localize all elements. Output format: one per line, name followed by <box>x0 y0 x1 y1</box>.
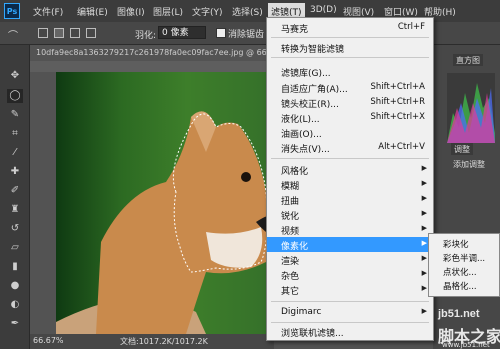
tab-histogram[interactable]: 直方图 <box>453 54 483 66</box>
submenu-item-crystallize[interactable]: 晶格化... <box>443 280 477 292</box>
menu-item-render[interactable]: 渲染 ▶ <box>267 252 433 267</box>
move-tool-icon[interactable]: ✥ <box>7 69 23 83</box>
menu-image[interactable]: 图像(I) <box>117 5 145 18</box>
subtract-selection-icon[interactable] <box>70 28 80 38</box>
pixelate-submenu: 彩块化 彩色半调... 点状化... 晶格化... <box>428 233 500 297</box>
menu-item-pixelate[interactable]: 像素化 ▶ <box>267 237 433 252</box>
site-watermark: jb51.net 脚本之家 www.jb51.net <box>438 308 500 349</box>
menu-item-other[interactable]: 其它 ▶ <box>267 282 433 297</box>
stamp-tool-icon[interactable]: ♜ <box>7 203 23 217</box>
tab-adjustments[interactable]: 调整 <box>451 143 473 155</box>
blur-tool-icon[interactable]: ● <box>7 279 23 293</box>
submenu-arrow-icon: ▶ <box>421 239 427 247</box>
watermark-url: www.jb51.net <box>442 341 490 349</box>
eraser-tool-icon[interactable]: ▱ <box>7 241 23 255</box>
healing-tool-icon[interactable]: ✚ <box>7 165 23 179</box>
menu-item-noise[interactable]: 杂色 ▶ <box>267 267 433 282</box>
submenu-arrow-icon: ▶ <box>421 179 427 187</box>
menu-item-blur[interactable]: 模糊 ▶ <box>267 177 433 192</box>
submenu-arrow-icon: ▶ <box>421 284 427 292</box>
menu-item-stylize[interactable]: 风格化 ▶ <box>267 162 433 177</box>
menu-item-lens-correction[interactable]: 镜头校正(R)... Shift+Ctrl+R <box>267 95 433 110</box>
new-selection-icon[interactable] <box>38 28 48 38</box>
history-brush-icon[interactable]: ↺ <box>7 222 23 236</box>
menu-item-oil-paint[interactable]: 油画(O)... <box>267 125 433 140</box>
feather-input[interactable]: 0 像素 <box>158 26 206 39</box>
submenu-arrow-icon: ▶ <box>421 209 427 217</box>
menu-type[interactable]: 文字(Y) <box>192 5 223 18</box>
menu-item-adaptive-wide-angle[interactable]: 自适应广角(A)... Shift+Ctrl+A <box>267 80 433 95</box>
eyedropper-tool-icon[interactable]: ⁄ <box>7 146 23 160</box>
antialias-label: 消除锯齿 <box>228 30 265 40</box>
add-adjustment-label: 添加调整 <box>453 160 485 169</box>
crop-tool-icon[interactable]: ⌗ <box>7 127 23 141</box>
zoom-level[interactable]: 66.67% <box>33 336 64 345</box>
menu-item-liquify[interactable]: 液化(L)... Shift+Ctrl+X <box>267 110 433 125</box>
submenu-arrow-icon: ▶ <box>421 194 427 202</box>
submenu-arrow-icon: ▶ <box>421 164 427 172</box>
dodge-tool-icon[interactable]: ◐ <box>7 298 23 312</box>
menu-select[interactable]: 选择(S) <box>232 5 263 18</box>
submenu-arrow-icon: ▶ <box>421 224 427 232</box>
submenu-arrow-icon: ▶ <box>421 269 427 277</box>
antialias-checkbox[interactable] <box>216 28 226 38</box>
ruler <box>30 61 274 72</box>
lasso-preset-icon[interactable]: ⌒ <box>8 27 18 42</box>
quick-select-tool-icon[interactable]: ✎ <box>7 108 23 122</box>
menu-layer[interactable]: 图层(L) <box>153 5 183 18</box>
submenu-item-color-halftone[interactable]: 彩色半调... <box>443 252 485 264</box>
menu-item-mosaic[interactable]: 马赛克 Ctrl+F <box>267 20 433 35</box>
photoshop-logo-icon: Ps <box>4 3 20 19</box>
menu-3d[interactable]: 3D(D) <box>310 5 337 15</box>
menu-item-vanishing-point[interactable]: 消失点(V)... Alt+Ctrl+V <box>267 140 433 155</box>
status-bar: 66.67% 文档:1017.2K/1017.2K <box>30 334 274 349</box>
dog-photo-image <box>56 111 274 334</box>
add-selection-icon[interactable] <box>54 28 64 38</box>
feather-label: 羽化: <box>135 31 157 41</box>
submenu-arrow-icon: ▶ <box>421 254 427 262</box>
filter-menu: 马赛克 Ctrl+F 转换为智能滤镜 滤镜库(G)... 自适应广角(A)... S… <box>266 17 434 341</box>
tools-panel: ✥ ◯ ✎ ⌗ ⁄ ✚ ✐ ♜ ↺ ▱ ▮ ● ◐ ✒ <box>0 45 30 349</box>
menu-edit[interactable]: 编辑(E) <box>77 5 108 18</box>
menu-item-distort[interactable]: 扭曲 ▶ <box>267 192 433 207</box>
document-tab[interactable]: 10dfa9ec8a1363279217c261978fa0ec09fac7ee… <box>30 45 290 61</box>
menu-item-video[interactable]: 视频 ▶ <box>267 222 433 237</box>
menu-item-filter-gallery[interactable]: 滤镜库(G)... <box>267 64 433 79</box>
document-size: 文档:1017.2K/1017.2K <box>120 337 208 346</box>
submenu-item-pointillize[interactable]: 点状化... <box>443 266 477 278</box>
menu-item-sharpen[interactable]: 锐化 ▶ <box>267 207 433 222</box>
pen-tool-icon[interactable]: ✒ <box>7 317 23 331</box>
watermark-domain: jb51.net <box>438 308 480 320</box>
document-canvas[interactable] <box>56 72 274 334</box>
submenu-arrow-icon: ▶ <box>421 307 427 315</box>
histogram-graph-icon <box>447 83 495 143</box>
right-panels: 直方图 调整 添加调整 <box>433 45 500 349</box>
intersect-selection-icon[interactable] <box>86 28 96 38</box>
menu-item-convert-smart-filter[interactable]: 转换为智能滤镜 <box>267 40 433 55</box>
histogram-chart <box>447 73 495 143</box>
submenu-item-facet[interactable]: 彩块化 <box>443 238 469 250</box>
lasso-tool-icon[interactable]: ◯ <box>7 89 23 103</box>
gradient-tool-icon[interactable]: ▮ <box>7 260 23 274</box>
document-title: 10dfa9ec8a1363279217c261978fa0ec09fac7ee… <box>36 48 290 57</box>
menu-item-browse-online-filters[interactable]: 浏览联机滤镜... <box>267 324 433 339</box>
brush-tool-icon[interactable]: ✐ <box>7 184 23 198</box>
menu-file[interactable]: 文件(F) <box>33 5 63 18</box>
menu-item-digimarc[interactable]: Digimarc ▶ <box>267 305 433 320</box>
